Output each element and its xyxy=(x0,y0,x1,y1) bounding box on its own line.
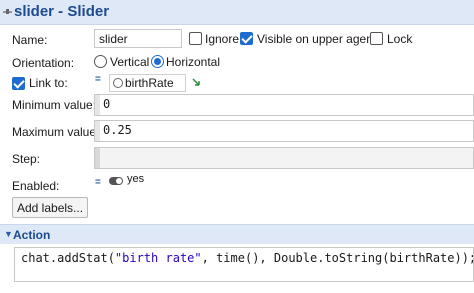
minimum-value-label: Minimum value: xyxy=(12,98,97,112)
field-edge xyxy=(95,148,100,168)
orientation-horizontal-radio[interactable] xyxy=(151,55,164,68)
name-field[interactable]: slider xyxy=(94,29,182,48)
action-section-title: Action xyxy=(13,228,51,242)
orientation-label: Orientation: xyxy=(12,56,75,70)
enabled-toggle[interactable] xyxy=(109,177,123,185)
visible-upper-agent-label: Visible on upper agent xyxy=(257,32,377,46)
lock-label: Lock xyxy=(387,32,413,46)
maximum-value-label: Maximum value: xyxy=(12,125,100,139)
properties-title-bar: slider - Slider xyxy=(0,0,474,25)
orientation-vertical-radio[interactable] xyxy=(94,55,107,68)
link-target-field[interactable]: birthRate xyxy=(109,74,186,92)
step-field[interactable] xyxy=(94,147,474,169)
minimum-value-field[interactable]: 0 xyxy=(94,94,474,116)
enabled-label: Enabled: xyxy=(12,179,60,193)
add-labels-button[interactable]: Add labels... xyxy=(12,197,89,218)
ignore-checkbox[interactable] xyxy=(189,32,202,45)
link-arrow-icon[interactable] xyxy=(191,77,203,89)
name-label: Name: xyxy=(12,33,48,47)
code-mode-icon[interactable]: = xyxy=(95,178,101,188)
lock-checkbox[interactable] xyxy=(370,32,383,45)
ignore-label: Ignore xyxy=(205,32,240,46)
step-label: Step: xyxy=(12,152,41,166)
action-section-header[interactable]: ▼ Action xyxy=(0,224,474,244)
orientation-vertical-label: Vertical xyxy=(110,55,150,69)
field-edge xyxy=(95,121,100,141)
visible-upper-agent-checkbox[interactable] xyxy=(240,32,253,45)
link-to-checkbox[interactable] xyxy=(12,77,25,90)
link-to-label: Link to: xyxy=(29,76,68,90)
slider-icon xyxy=(3,9,12,14)
field-edge xyxy=(95,95,100,115)
action-code-editor[interactable]: chat.addStat("birth rate", time(), Doubl… xyxy=(14,247,474,282)
link-target-icon xyxy=(113,78,123,88)
maximum-value-field[interactable]: 0.25 xyxy=(94,120,474,142)
enabled-value: yes xyxy=(127,173,145,185)
code-mode-icon[interactable]: = xyxy=(95,75,101,85)
collapse-arrow-icon[interactable]: ▼ xyxy=(4,229,13,239)
orientation-horizontal-label: Horizontal xyxy=(166,55,221,69)
page-title: slider - Slider xyxy=(14,3,110,20)
